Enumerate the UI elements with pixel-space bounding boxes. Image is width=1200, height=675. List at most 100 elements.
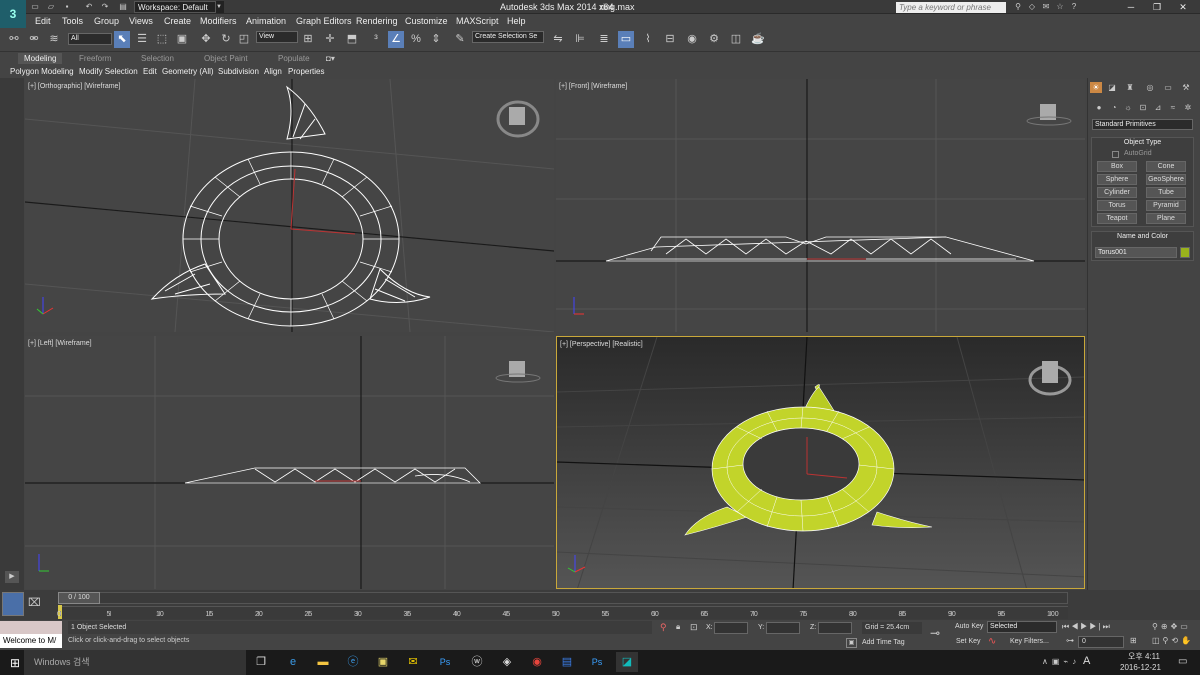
panel-subdivision[interactable]: Subdivision — [218, 66, 259, 77]
viewcube-left[interactable] — [495, 361, 541, 383]
torus-button[interactable]: Torus — [1097, 200, 1137, 211]
z-coord-field[interactable] — [818, 622, 852, 634]
open-file-icon[interactable]: ▱ — [46, 2, 56, 12]
set-key-curve-icon[interactable]: ∿ — [988, 636, 996, 647]
object-name-input[interactable]: Torus001 — [1095, 247, 1177, 258]
spinner-snap-icon[interactable]: ⇕ — [428, 31, 444, 48]
modify-tab-icon[interactable]: ◪ — [1106, 82, 1118, 93]
lock-selection-icon[interactable]: 🔒︎ — [676, 622, 680, 632]
clock-time[interactable]: 오후 4:11 — [1128, 651, 1160, 662]
auto-key-button[interactable]: Auto Key — [955, 623, 983, 630]
file-explorer-icon[interactable]: ▬ — [312, 652, 334, 672]
menu-tools[interactable]: Tools — [62, 14, 83, 28]
rotate-icon[interactable]: ↻ — [218, 31, 234, 48]
move-icon[interactable]: ✥ — [198, 31, 214, 48]
close-button[interactable]: ✕ — [1170, 0, 1196, 14]
panel-align[interactable]: Align — [264, 66, 282, 77]
panel-polygon-modeling[interactable]: Polygon Modeling — [10, 66, 74, 77]
playback-controls[interactable]: ⏮◀▶▶|⏭ — [1062, 622, 1112, 632]
cone-button[interactable]: Cone — [1146, 161, 1186, 172]
viewport-perspective[interactable]: [+] [Perspective] [Realistic] — [556, 336, 1085, 589]
tab-object-paint[interactable]: Object Paint — [204, 53, 248, 64]
systems-icon[interactable]: ✲ — [1182, 102, 1194, 113]
set-key-button[interactable]: Set Key — [956, 638, 981, 645]
menu-graph-editors[interactable]: Graph Editors — [296, 14, 352, 28]
viewport-nav-controls-bottom[interactable]: ◫⚲⟲✋ — [1152, 636, 1194, 645]
reference-coord-dropdown[interactable]: View — [256, 31, 298, 43]
layer-manager-icon[interactable]: ≣ — [596, 31, 612, 48]
notifications-icon[interactable]: ▭ — [1178, 656, 1187, 667]
time-tag-icon[interactable]: ▣ — [846, 638, 857, 648]
menu-animation[interactable]: Animation — [246, 14, 286, 28]
menu-edit[interactable]: Edit — [35, 14, 51, 28]
cylinder-button[interactable]: Cylinder — [1097, 187, 1137, 198]
word-icon[interactable]: ▤ — [556, 652, 578, 672]
system-tray-icons[interactable]: ∧▣⌁♪ — [1042, 657, 1080, 666]
select-object-icon[interactable]: ⬉ — [114, 31, 130, 48]
key-icon[interactable]: ⊸ — [930, 626, 940, 640]
menu-group[interactable]: Group — [94, 14, 119, 28]
material-editor-icon[interactable]: ◉ — [684, 31, 700, 48]
object-color-swatch[interactable] — [1180, 247, 1190, 258]
menu-rendering[interactable]: Rendering — [356, 14, 398, 28]
windows-start-icon[interactable]: ⊞ — [10, 656, 20, 670]
photoshop-2-icon[interactable]: Ps — [586, 652, 608, 672]
pyramid-button[interactable]: Pyramid — [1146, 200, 1186, 211]
panel-modify-selection[interactable]: Modify Selection — [79, 66, 138, 77]
viewport-label[interactable]: [+] [Front] [Wireframe] — [559, 83, 627, 90]
new-file-icon[interactable]: ▭ — [30, 2, 40, 12]
name-color-title[interactable]: Name and Color — [1091, 232, 1194, 242]
sphere-button[interactable]: Sphere — [1097, 174, 1137, 185]
primitive-category-dropdown[interactable]: Standard Primitives — [1092, 119, 1193, 130]
tab-populate[interactable]: Populate — [278, 53, 310, 64]
key-mode-dropdown[interactable]: Selected — [987, 621, 1057, 633]
select-by-name-icon[interactable]: ☰ — [134, 31, 150, 48]
time-config-icon[interactable]: ⊞ — [1130, 636, 1137, 645]
minimize-button[interactable]: ─ — [1118, 0, 1144, 14]
ime-indicator[interactable]: A — [1083, 655, 1090, 667]
menu-views[interactable]: Views — [129, 14, 153, 28]
helpers-icon[interactable]: ⊿ — [1152, 102, 1164, 113]
named-selection-set-dropdown[interactable]: Create Selection Se — [472, 31, 544, 43]
lights-icon[interactable]: ☼ — [1122, 102, 1134, 113]
search-input[interactable]: Type a keyword or phrase — [896, 2, 1006, 13]
subscription-icon[interactable]: ◇ — [1026, 2, 1038, 12]
time-slider[interactable]: 0 / 100 — [58, 592, 100, 604]
render-setup-icon[interactable]: ⚙ — [706, 31, 722, 48]
viewport-left[interactable]: [+] [Left] [Wireframe] — [25, 336, 554, 589]
panel-edit[interactable]: Edit — [143, 66, 157, 77]
select-manipulate-icon[interactable]: ✛ — [322, 31, 338, 48]
schematic-view-icon[interactable]: ⊟ — [662, 31, 678, 48]
binoculars-icon[interactable]: ⚲ — [1012, 2, 1024, 12]
tube-button[interactable]: Tube — [1146, 187, 1186, 198]
communication-icon[interactable]: ✉ — [1040, 2, 1052, 12]
absolute-mode-icon[interactable]: ⊡ — [690, 622, 698, 633]
teapot-button[interactable]: Teapot — [1097, 213, 1137, 224]
current-frame-field[interactable]: 0 — [1078, 636, 1124, 648]
menu-customize[interactable]: Customize — [405, 14, 448, 28]
add-time-tag-button[interactable]: Add Time Tag — [862, 639, 905, 646]
chrome-icon[interactable]: ◉ — [526, 652, 548, 672]
create-tab-icon[interactable]: ☀ — [1090, 82, 1102, 93]
app-logo-button[interactable]: 3 — [0, 0, 26, 28]
taskbar-search-box[interactable]: Windows 검색 — [24, 650, 246, 675]
utilities-tab-icon[interactable]: ⚒ — [1180, 82, 1192, 93]
menu-maxscript[interactable]: MAXScript — [456, 14, 499, 28]
mirror-icon[interactable]: ⇋ — [550, 31, 566, 48]
menu-modifiers[interactable]: Modifiers — [200, 14, 237, 28]
rendered-frame-icon[interactable]: ◫ — [728, 31, 744, 48]
tab-freeform[interactable]: Freeform — [79, 53, 111, 64]
edge-browser-icon[interactable]: e — [282, 652, 304, 672]
viewport-orthographic[interactable]: [+] [Orthographic] [Wireframe] — [25, 79, 554, 332]
mini-curve-editor-icon[interactable]: ⌧ — [28, 596, 41, 609]
panel-geometry[interactable]: Geometry (All) — [162, 66, 214, 77]
plane-button[interactable]: Plane — [1146, 213, 1186, 224]
hierarchy-tab-icon[interactable]: ♜ — [1124, 82, 1136, 93]
curve-editor-icon[interactable]: ⌇ — [640, 31, 656, 48]
tab-selection[interactable]: Selection — [141, 53, 174, 64]
isolate-selection-icon[interactable]: ⚲ — [660, 622, 667, 633]
x-coord-field[interactable] — [714, 622, 748, 634]
tab-modeling[interactable]: Modeling — [18, 53, 63, 64]
autogrid-checkbox[interactable] — [1112, 151, 1119, 158]
photo-viewer-icon[interactable]: ▣ — [372, 652, 394, 672]
